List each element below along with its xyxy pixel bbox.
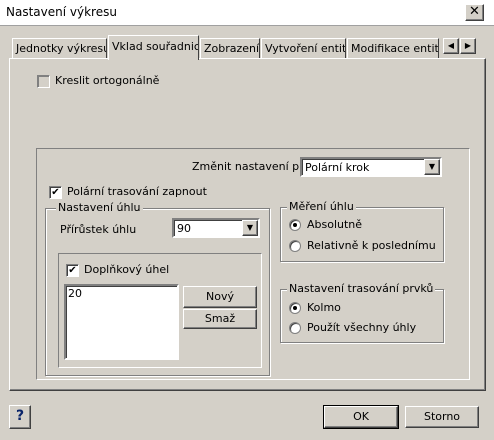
additional-angle-checkbox[interactable]: ✔: [66, 264, 79, 277]
tab-modifikace-entity[interactable]: Modifikace entity: [347, 38, 439, 58]
angle-measure-group: [280, 207, 444, 262]
polar-tracking-label: Polární trasování zapnout: [67, 185, 207, 198]
arrow-right-icon: ▶: [464, 41, 472, 50]
change-settings-value: Polární krok: [305, 161, 370, 174]
tab-label: Zobrazení: [204, 42, 260, 55]
tab-scroll-right-button[interactable]: ▶: [460, 38, 476, 54]
close-icon: ✕: [469, 4, 480, 19]
change-settings-select[interactable]: Polární krok ▼: [300, 157, 442, 177]
help-button[interactable]: ?: [9, 405, 31, 429]
arrow-left-icon: ◀: [447, 41, 455, 50]
tab-jednotky-vykresu[interactable]: Jednotky výkresu:: [12, 38, 107, 58]
additional-angle-list[interactable]: 20: [64, 284, 179, 360]
tab-zobrazeni[interactable]: Zobrazení: [200, 38, 260, 58]
angle-increment-value: 90: [177, 222, 191, 235]
ortho-checkbox[interactable]: [37, 75, 50, 88]
relative-radio[interactable]: [289, 240, 301, 252]
title-bar: Nastavení výkresu ✕: [0, 0, 494, 26]
angle-increment-select[interactable]: 90 ▼: [172, 218, 260, 238]
object-tracking-group: [280, 289, 444, 343]
tab-label: Vklad souřadnic: [112, 40, 199, 53]
tab-label: Vytvoření entity: [265, 42, 346, 55]
close-button[interactable]: ✕: [465, 4, 484, 21]
polar-tracking-checkbox[interactable]: ✔: [49, 186, 62, 199]
cancel-button[interactable]: Storno: [405, 406, 479, 428]
perpendicular-radio[interactable]: [289, 302, 301, 314]
absolute-radio[interactable]: [289, 219, 301, 231]
delete-angle-button[interactable]: Smaž: [183, 309, 257, 329]
absolute-label: Absolutně: [307, 218, 363, 231]
tab-vytvoreni-entity[interactable]: Vytvoření entity: [261, 38, 346, 58]
check-icon: ✔: [51, 187, 60, 198]
tab-label: Modifikace entity: [351, 42, 439, 55]
help-icon: ?: [15, 408, 25, 424]
check-icon: ✔: [68, 265, 77, 276]
chevron-down-icon[interactable]: ▼: [424, 159, 440, 175]
ortho-label: Kreslit ortogonálně: [55, 74, 160, 87]
angle-measure-legend: Měření úhlu: [287, 200, 356, 213]
all-angles-label: Použít všechny úhly: [307, 321, 417, 334]
tab-label: Jednotky výkresu:: [16, 42, 107, 55]
relative-label: Relativně k poslednímu: [307, 239, 436, 252]
tab-vklad-souradnic[interactable]: Vklad souřadnic: [108, 35, 199, 60]
ok-button[interactable]: OK: [323, 405, 399, 429]
new-angle-button[interactable]: Nový: [183, 286, 257, 308]
object-tracking-legend: Nastavení trasování prvků: [287, 282, 436, 295]
tab-scroll-left-button[interactable]: ◀: [443, 38, 459, 54]
additional-angle-label: Doplňkový úhel: [84, 263, 170, 276]
angle-settings-legend: Nastavení úhlu: [56, 201, 143, 214]
change-settings-label: Změnit nastavení pro:: [192, 160, 314, 173]
chevron-down-icon[interactable]: ▼: [242, 220, 258, 236]
angle-increment-label: Přírůstek úhlu: [60, 223, 137, 236]
all-angles-radio[interactable]: [289, 322, 301, 334]
perpendicular-label: Kolmo: [307, 301, 341, 314]
list-item[interactable]: 20: [68, 287, 82, 300]
window-title: Nastavení výkresu: [6, 5, 117, 19]
